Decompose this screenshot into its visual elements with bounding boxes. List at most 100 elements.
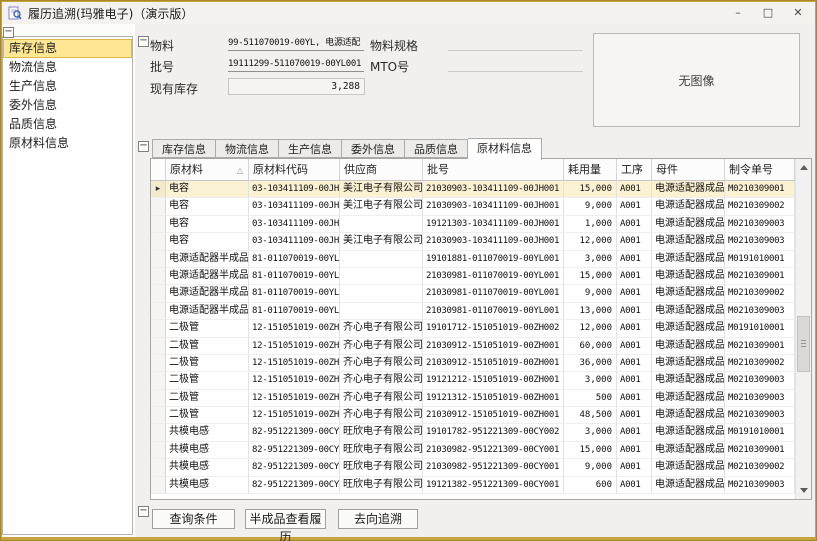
semi-finished-history-button[interactable]: 半成品查看履历 xyxy=(245,509,326,529)
cell: 齐心电子有限公司 xyxy=(340,390,423,407)
sidebar-item-5[interactable]: 品质信息 xyxy=(3,115,132,134)
vertical-scrollbar[interactable] xyxy=(795,159,811,499)
table-row[interactable]: 二极管12-151051019-00ZH齐心电子有限公司21030912-151… xyxy=(151,338,795,355)
table-row[interactable]: 二极管12-151051019-00ZH齐心电子有限公司21030912-151… xyxy=(151,355,795,372)
forward-trace-button[interactable]: 去向追溯 xyxy=(338,509,418,529)
sidebar-collapse-icon[interactable]: − xyxy=(3,27,14,38)
table-row[interactable]: 共模电感82-951221309-00CY旺欣电子有限公司19121382-95… xyxy=(151,477,795,494)
table-row[interactable]: 共模电感82-951221309-00CY旺欣电子有限公司19101782-95… xyxy=(151,424,795,441)
form-collapse-icon[interactable]: − xyxy=(138,36,149,47)
table-row[interactable]: 电源适配器半成品81-011070019-00YL21030981-011070… xyxy=(151,285,795,302)
scroll-down-icon[interactable] xyxy=(796,483,812,499)
cell: A001 xyxy=(617,320,652,337)
cell: 21030982-951221309-00CY001 xyxy=(423,459,564,476)
table-row[interactable]: 共模电感82-951221309-00CY旺欣电子有限公司21030982-95… xyxy=(151,442,795,459)
material-label: 物料 xyxy=(150,37,174,54)
column-header-4[interactable]: 批号 xyxy=(423,159,564,180)
cell: A001 xyxy=(617,477,652,494)
cell xyxy=(340,251,423,268)
cell: 旺欣电子有限公司 xyxy=(340,442,423,459)
cell: 电源适配器成品 xyxy=(652,459,725,476)
column-header-5[interactable]: 耗用量 xyxy=(564,159,617,180)
table-row[interactable]: 电源适配器半成品81-011070019-00YL21030981-011070… xyxy=(151,268,795,285)
table-row[interactable]: 电源适配器半成品81-011070019-00YL21030981-011070… xyxy=(151,303,795,320)
cell: 03-103411109-00JH xyxy=(249,216,340,233)
window-title: 履历追溯(玛雅电子)（演示版） xyxy=(28,5,193,22)
cell: 二极管 xyxy=(166,390,249,407)
column-header-2[interactable]: 原材料代码 xyxy=(249,159,340,180)
table-row[interactable]: 电容03-103411109-00JH19121303-103411109-00… xyxy=(151,216,795,233)
cell: 电源适配器成品 xyxy=(652,181,725,198)
cell: 二极管 xyxy=(166,355,249,372)
close-button[interactable]: ✕ xyxy=(791,4,805,22)
cell: 美江电子有限公司 xyxy=(340,198,423,215)
column-header-6[interactable]: 工序 xyxy=(617,159,652,180)
trace-app-icon xyxy=(8,6,22,20)
tab-6[interactable]: 原材料信息 xyxy=(468,138,542,160)
cell: A001 xyxy=(617,424,652,441)
column-header-1[interactable]: 原材料△ xyxy=(166,159,249,180)
cell: 电源适配器半成品 xyxy=(166,268,249,285)
cell: 12-151051019-00ZH xyxy=(249,338,340,355)
cell: A001 xyxy=(617,198,652,215)
cell: 21030903-103411109-00JH001 xyxy=(423,181,564,198)
column-header-3[interactable]: 供应商 xyxy=(340,159,423,180)
scrollbar-thumb[interactable] xyxy=(797,316,810,372)
cell: 9,000 xyxy=(564,198,617,215)
table-row[interactable]: 二极管12-151051019-00ZH齐心电子有限公司21030912-151… xyxy=(151,407,795,424)
minimize-button[interactable]: – xyxy=(731,4,745,22)
table-row[interactable]: 电容03-103411109-00JH美江电子有限公司21030903-1034… xyxy=(151,198,795,215)
row-indicator xyxy=(151,355,166,372)
table-row[interactable]: ▸电容03-103411109-00JH美江电子有限公司21030903-103… xyxy=(151,181,795,198)
mto-field[interactable] xyxy=(448,57,583,72)
cell: 21030912-151051019-00ZH001 xyxy=(423,338,564,355)
sidebar-item-1[interactable]: 库存信息 xyxy=(3,39,132,58)
cell: 电源适配器成品 xyxy=(652,268,725,285)
batch-field[interactable]: 19111299-511070019-00YL001 xyxy=(228,57,364,72)
table-row[interactable]: 电容03-103411109-00JH美江电子有限公司21030903-1034… xyxy=(151,233,795,250)
tab-4[interactable]: 委外信息 xyxy=(342,139,405,158)
cell: A001 xyxy=(617,390,652,407)
query-conditions-button[interactable]: 查询条件 xyxy=(152,509,235,529)
cell: 共模电感 xyxy=(166,459,249,476)
scroll-up-icon[interactable] xyxy=(796,159,812,175)
column-header-7[interactable]: 母件 xyxy=(652,159,725,180)
tab-2[interactable]: 物流信息 xyxy=(216,139,279,158)
row-indicator xyxy=(151,372,166,389)
tab-strip: 库存信息物流信息生产信息委外信息品质信息原材料信息 xyxy=(152,139,542,160)
table-row[interactable]: 电源适配器半成品81-011070019-00YL19101881-011070… xyxy=(151,251,795,268)
cell: 12-151051019-00ZH xyxy=(249,372,340,389)
tab-5[interactable]: 品质信息 xyxy=(405,139,468,158)
tabs-collapse-icon[interactable]: − xyxy=(138,141,149,152)
row-indicator xyxy=(151,303,166,320)
sidebar-item-3[interactable]: 生产信息 xyxy=(3,77,132,96)
cell: A001 xyxy=(617,268,652,285)
cell: 旺欣电子有限公司 xyxy=(340,459,423,476)
column-header-8[interactable]: 制令单号 xyxy=(725,159,795,180)
table-row[interactable]: 二极管12-151051019-00ZH齐心电子有限公司19121312-151… xyxy=(151,390,795,407)
spec-field[interactable] xyxy=(448,36,583,51)
title-bar[interactable]: 履历追溯(玛雅电子)（演示版） – □ ✕ xyxy=(2,2,815,24)
cell: 21030903-103411109-00JH001 xyxy=(423,233,564,250)
tab-3[interactable]: 生产信息 xyxy=(279,139,342,158)
cell: 旺欣电子有限公司 xyxy=(340,424,423,441)
table-row[interactable]: 二极管12-151051019-00ZH齐心电子有限公司19121212-151… xyxy=(151,372,795,389)
stock-field[interactable]: 3,288 xyxy=(228,78,365,95)
cell: A001 xyxy=(617,442,652,459)
cell: 旺欣电子有限公司 xyxy=(340,477,423,494)
sort-ascending-icon: △ xyxy=(237,160,243,180)
material-field[interactable]: 99-511070019-00YL, 电源适配 xyxy=(228,36,364,51)
cell: 电源适配器半成品 xyxy=(166,251,249,268)
table-row[interactable]: 二极管12-151051019-00ZH齐心电子有限公司19101712-151… xyxy=(151,320,795,337)
cell: M0210309003 xyxy=(725,216,795,233)
row-indicator xyxy=(151,407,166,424)
sidebar-item-6[interactable]: 原材料信息 xyxy=(3,134,132,153)
sidebar-item-2[interactable]: 物流信息 xyxy=(3,58,132,77)
cell: 81-011070019-00YL xyxy=(249,285,340,302)
footer-collapse-icon[interactable]: − xyxy=(138,506,149,517)
sidebar-item-4[interactable]: 委外信息 xyxy=(3,96,132,115)
maximize-button[interactable]: □ xyxy=(761,4,775,22)
table-row[interactable]: 共模电感82-951221309-00CY旺欣电子有限公司21030982-95… xyxy=(151,459,795,476)
cell: 15,000 xyxy=(564,181,617,198)
tab-1[interactable]: 库存信息 xyxy=(152,139,216,158)
